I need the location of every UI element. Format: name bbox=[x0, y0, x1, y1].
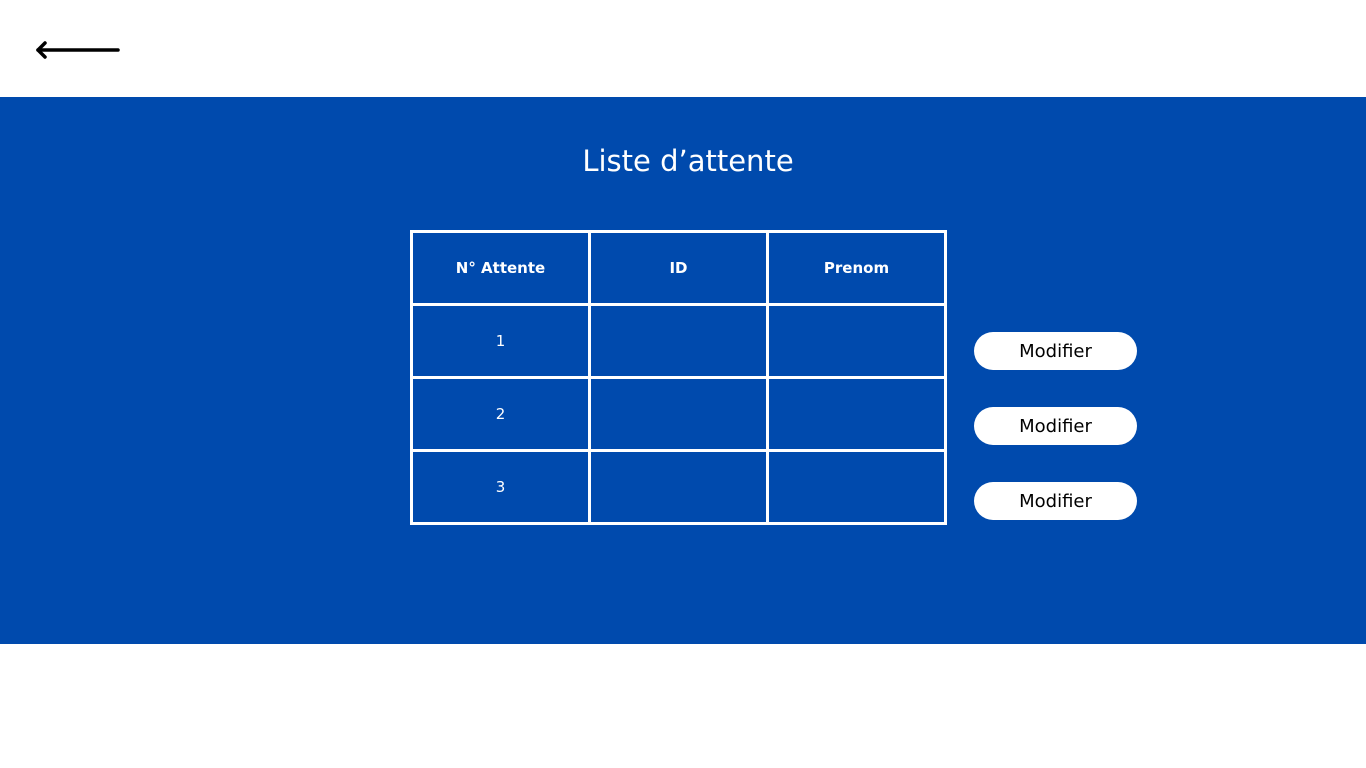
back-button[interactable] bbox=[33, 36, 121, 64]
table-row: 2 bbox=[410, 376, 947, 452]
id-cell bbox=[588, 303, 769, 379]
column-header-first-name: Prenom bbox=[766, 230, 947, 306]
first-name-cell bbox=[766, 303, 947, 379]
waiting-number-cell: 2 bbox=[410, 376, 591, 452]
modify-button-row-1[interactable]: Modifier bbox=[974, 332, 1137, 370]
waiting-number-cell: 1 bbox=[410, 303, 591, 379]
waitlist-table: N° Attente ID Prenom 1 2 3 bbox=[410, 230, 947, 525]
table-row: 1 bbox=[410, 303, 947, 379]
first-name-cell bbox=[766, 449, 947, 525]
column-header-id: ID bbox=[588, 230, 769, 306]
table-header-row: N° Attente ID Prenom bbox=[410, 230, 947, 306]
page-title: Liste d’attente bbox=[582, 144, 794, 178]
modify-button-row-2[interactable]: Modifier bbox=[974, 407, 1137, 445]
id-cell bbox=[588, 376, 769, 452]
waiting-number-cell: 3 bbox=[410, 449, 591, 525]
table-row: 3 bbox=[410, 449, 947, 525]
arrow-left-icon bbox=[33, 36, 121, 64]
first-name-cell bbox=[766, 376, 947, 452]
id-cell bbox=[588, 449, 769, 525]
modify-button-row-3[interactable]: Modifier bbox=[974, 482, 1137, 520]
column-header-waiting-number: N° Attente bbox=[410, 230, 591, 306]
